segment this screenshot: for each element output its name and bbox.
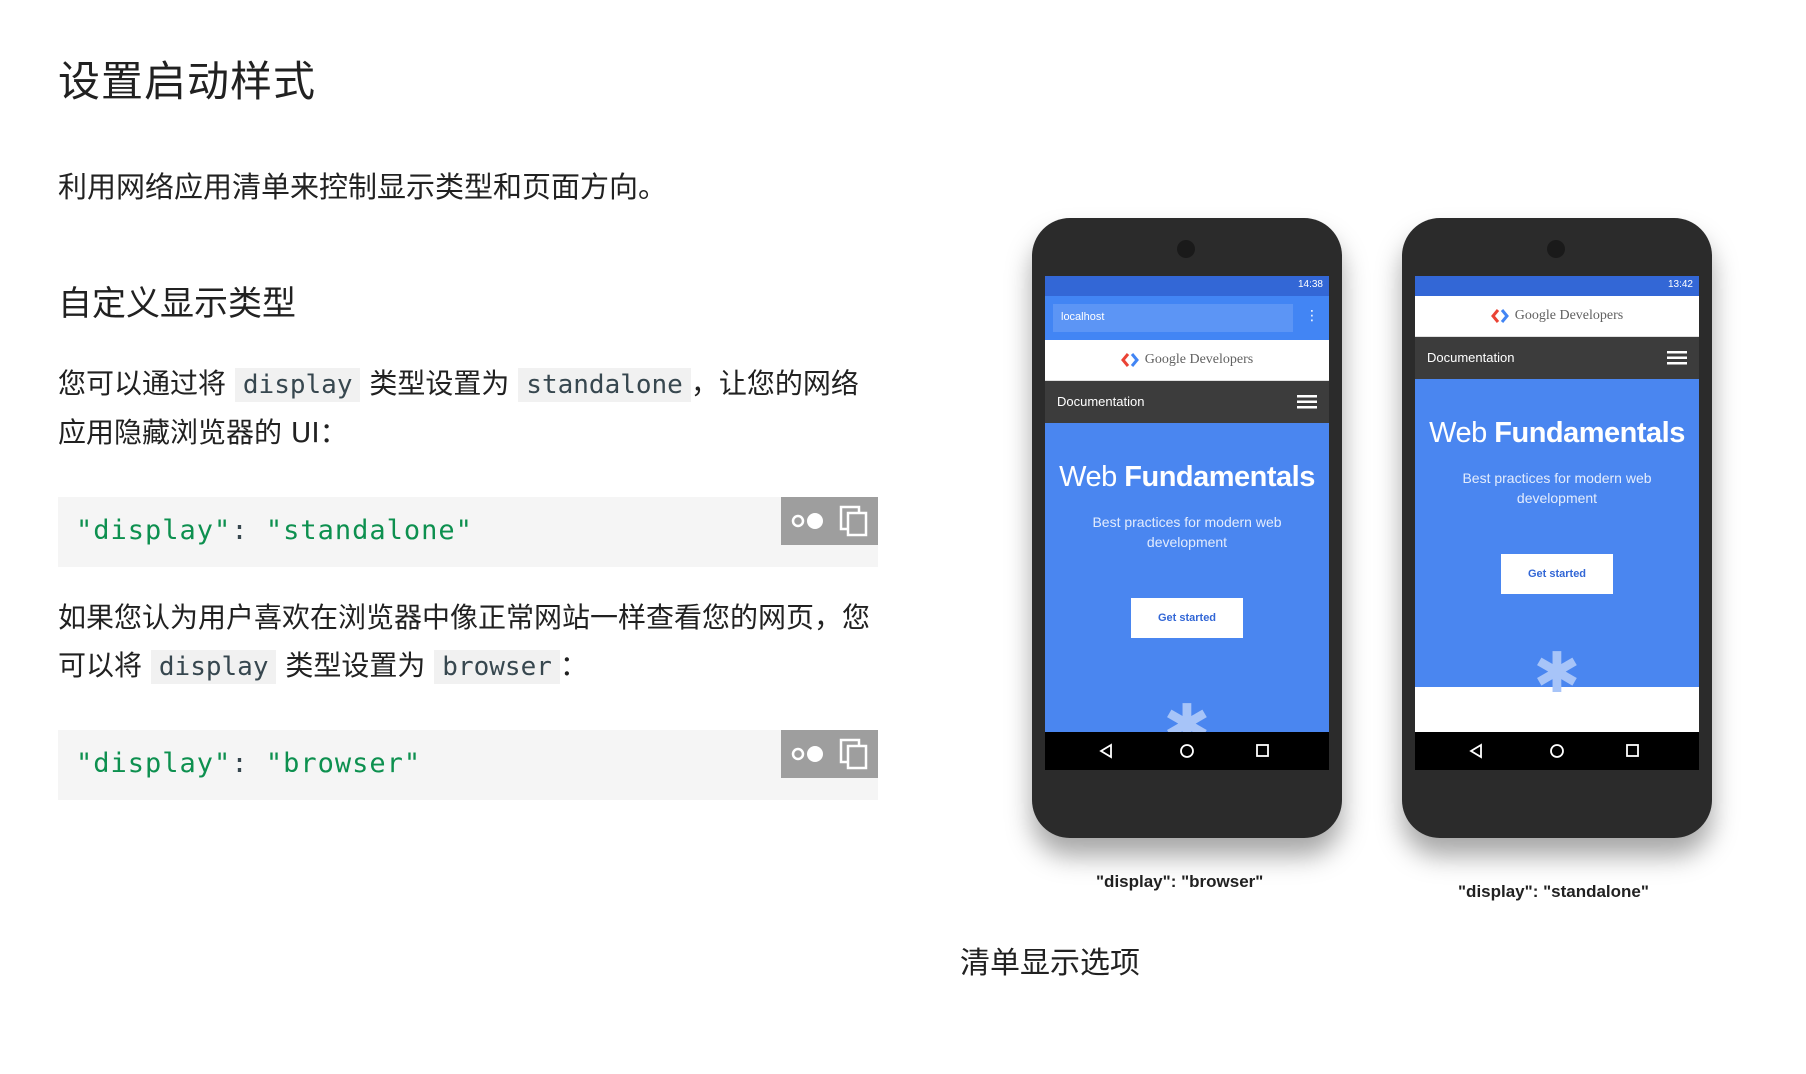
phone-screen: 14:38 localhost ⋮ Google Developers Docu… [1045, 276, 1329, 770]
code-block-browser: "display": "browser" [58, 730, 878, 800]
para2-middle: 类型设置为 [276, 649, 435, 682]
page-title: 设置启动样式 [58, 57, 317, 106]
url-text: localhost [1061, 311, 1105, 323]
code-colon: : [231, 748, 266, 779]
code-key: "display" [76, 515, 232, 546]
para2-after: ： [559, 649, 588, 682]
android-nav-bar [1045, 732, 1329, 770]
nav-label: Documentation [1057, 394, 1145, 409]
status-bar: 14:38 [1045, 276, 1329, 296]
phone-caption-standalone: "display": "standalone" [1458, 882, 1649, 901]
google-logo-icon [1490, 308, 1509, 323]
hero-title-bold: Fundamentals [1494, 417, 1685, 449]
recents-icon [1626, 744, 1639, 757]
inline-code-display: display [150, 650, 277, 684]
code-colon: : [231, 515, 266, 546]
copy-icon[interactable] [839, 505, 869, 537]
hero-subtitle: Best practices for modern web developmen… [1092, 514, 1282, 550]
toggle-theme-icon[interactable] [791, 511, 825, 531]
copy-icon[interactable] [839, 738, 869, 770]
phone-standalone-mode: 13:42 Google Developers Documentation We… [1402, 218, 1712, 838]
brand-name: Google Developers [1514, 308, 1624, 323]
url-field: localhost [1053, 304, 1293, 332]
paragraph-standalone: 您可以通过将 display 类型设置为 standalone ，让您的网络应用隐… [58, 360, 878, 457]
hero-subtitle: Best practices for modern web developmen… [1462, 470, 1652, 506]
para1-middle: 类型设置为 [360, 367, 519, 400]
doc-nav-bar: Documentation [1045, 381, 1329, 423]
code-tools [781, 730, 878, 778]
hero-title: Web Fundamentals [1045, 423, 1329, 494]
para1-before: 您可以通过将 [58, 367, 235, 400]
brand-name: Google Developers [1144, 352, 1254, 367]
code-block-standalone: "display": "standalone" [58, 497, 878, 567]
status-bar: 13:42 [1415, 276, 1699, 296]
android-nav-bar [1415, 732, 1699, 770]
status-time: 14:38 [1297, 279, 1323, 290]
code-key: "display" [76, 748, 232, 779]
paragraph-browser: 如果您认为用户喜欢在浏览器中像正常网站一样查看您的网页，您可以将 display… [58, 594, 878, 691]
section-title: 自定义显示类型 [58, 284, 296, 324]
hero-section: Web Fundamentals Best practices for mode… [1415, 379, 1699, 706]
toggle-theme-icon[interactable] [791, 744, 825, 764]
inline-code-browser: browser [434, 650, 560, 684]
google-logo-icon [1120, 352, 1139, 367]
phone-screen: 13:42 Google Developers Documentation We… [1415, 276, 1699, 770]
hero-section: Web Fundamentals Best practices for mode… [1045, 423, 1329, 758]
home-icon [1180, 744, 1194, 758]
overflow-menu-icon: ⋮ [1305, 308, 1319, 324]
inline-code-standalone: standalone [518, 368, 691, 402]
brand-bar: Google Developers [1415, 296, 1699, 337]
brand-bar: Google Developers [1045, 340, 1329, 381]
back-icon [1469, 743, 1482, 759]
figure-caption: 清单显示选项 [960, 946, 1140, 981]
intro-text: 利用网络应用清单来控制显示类型和页面方向。 [58, 170, 668, 204]
back-icon [1099, 743, 1112, 759]
phone-camera [1547, 240, 1565, 258]
status-time: 13:42 [1667, 279, 1693, 290]
code-line: "display": "standalone" [76, 515, 473, 546]
get-started-button: Get started [1131, 598, 1243, 638]
recents-icon [1256, 744, 1269, 757]
phones-figure: 14:38 localhost ⋮ Google Developers Docu… [1000, 218, 1760, 918]
hero-title-light: Web [1429, 417, 1487, 449]
phone-browser-mode: 14:38 localhost ⋮ Google Developers Docu… [1032, 218, 1342, 838]
browser-address-bar: localhost ⋮ [1045, 296, 1329, 340]
hero-title-light: Web [1059, 461, 1117, 493]
hero-title: Web Fundamentals [1415, 379, 1699, 450]
phone-camera [1177, 240, 1195, 258]
hamburger-menu-icon [1667, 351, 1687, 365]
doc-nav-bar: Documentation [1415, 337, 1699, 379]
hero-title-bold: Fundamentals [1124, 461, 1315, 493]
hamburger-menu-icon [1297, 395, 1317, 409]
inline-code-display: display [234, 368, 361, 402]
code-tools [781, 497, 878, 545]
code-line: "display": "browser" [76, 748, 421, 779]
asterisk-icon: ✱ [1533, 641, 1581, 706]
code-value: "standalone" [265, 515, 473, 546]
code-value: "browser" [265, 748, 422, 779]
nav-label: Documentation [1427, 350, 1515, 365]
get-started-button: Get started [1501, 554, 1613, 594]
home-icon [1550, 744, 1564, 758]
phone-caption-browser: "display": "browser" [1096, 872, 1264, 891]
